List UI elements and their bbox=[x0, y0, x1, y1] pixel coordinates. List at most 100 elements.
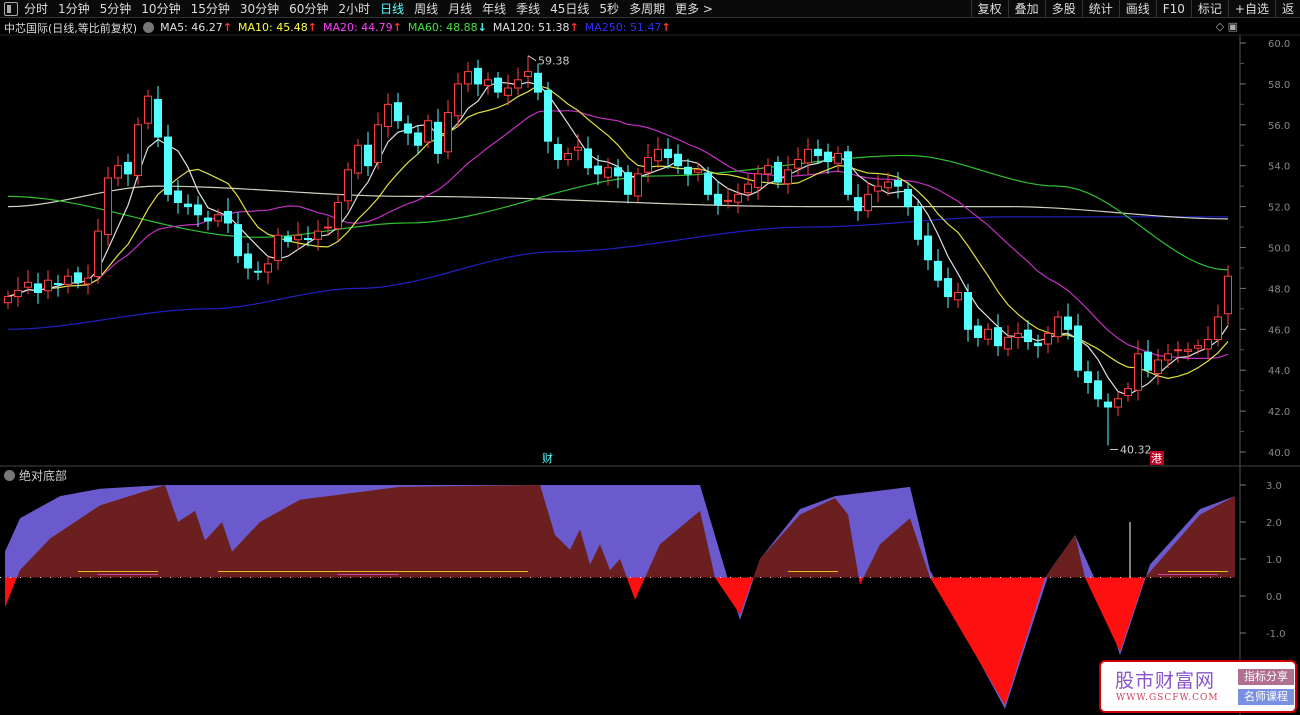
candle-body bbox=[1134, 353, 1142, 391]
candle-body bbox=[214, 214, 222, 222]
watermark-name: 股市财富网 bbox=[1115, 670, 1216, 692]
candle-body bbox=[784, 169, 792, 185]
candle-body bbox=[534, 72, 542, 93]
watermark-logo: 股市财富网 WWW.GSCFW.COM 指标分享 名师课程 bbox=[1099, 660, 1297, 713]
y-tick-label: 0.0 bbox=[1266, 592, 1282, 603]
candle-body bbox=[764, 165, 772, 175]
candle-body bbox=[554, 143, 562, 161]
candle-body bbox=[664, 148, 672, 159]
candle-body bbox=[44, 279, 52, 292]
candle-body bbox=[1084, 371, 1092, 383]
candle-body bbox=[1184, 349, 1192, 352]
candle-body bbox=[1154, 359, 1162, 374]
candle-body bbox=[494, 77, 502, 93]
candle-body bbox=[794, 159, 802, 169]
candle-body bbox=[994, 327, 1002, 347]
candle-body bbox=[244, 253, 252, 269]
candle-body bbox=[174, 190, 182, 204]
candle-body bbox=[274, 234, 282, 262]
candle-body bbox=[164, 136, 172, 195]
y-tick-label: 60.0 bbox=[1268, 39, 1290, 50]
candle-body bbox=[1164, 353, 1172, 361]
kline-chart[interactable]: 60.0 58.0 56.0 54.0 52.0 50.0 48.0 46.0 44.0 42.0… bbox=[0, 0, 1300, 715]
candle-body bbox=[414, 132, 422, 146]
candle-body bbox=[1124, 388, 1132, 397]
watermark-url: WWW.GSCFW.COM bbox=[1116, 693, 1219, 703]
ma5-line bbox=[7, 81, 1229, 396]
candle-body bbox=[614, 167, 622, 177]
candle-body bbox=[124, 161, 132, 175]
candle-body bbox=[824, 151, 832, 163]
candle-body bbox=[734, 193, 742, 203]
candle-body bbox=[84, 277, 92, 285]
candle-body bbox=[594, 165, 602, 175]
candle-body bbox=[424, 120, 432, 143]
candle-body bbox=[114, 165, 122, 179]
indicator-menu-icon[interactable] bbox=[4, 470, 15, 481]
y-tick-label: 50.0 bbox=[1268, 244, 1290, 255]
candle-body bbox=[1074, 325, 1082, 371]
candle-body bbox=[434, 121, 442, 154]
candle-body bbox=[294, 234, 302, 241]
candle-body bbox=[454, 83, 462, 117]
candle-body bbox=[484, 79, 492, 87]
ma20-line bbox=[7, 109, 1229, 360]
y-tick-label: 52.0 bbox=[1268, 203, 1290, 214]
candle-body bbox=[464, 71, 472, 85]
candle-body bbox=[544, 89, 552, 142]
candle-body bbox=[264, 263, 272, 273]
candle-body bbox=[504, 87, 512, 96]
indicator-header: 绝对底部 bbox=[4, 467, 67, 484]
candle-body bbox=[24, 281, 32, 288]
candle-body bbox=[224, 211, 232, 224]
candle-body bbox=[94, 230, 102, 278]
candle-body bbox=[834, 152, 842, 164]
y-tick-label: 48.0 bbox=[1268, 284, 1290, 295]
candle-body bbox=[914, 206, 922, 240]
candle-body bbox=[1174, 349, 1182, 352]
candle-body bbox=[564, 152, 572, 161]
candle-body bbox=[804, 148, 812, 164]
candle-body bbox=[634, 173, 642, 197]
high-pointer bbox=[527, 55, 537, 62]
watermark-tag-indicators: 指标分享 bbox=[1238, 669, 1294, 685]
candle-body bbox=[254, 270, 262, 273]
candle-body bbox=[64, 275, 72, 285]
low-price-label: 40.32 bbox=[1120, 443, 1152, 456]
candle-body bbox=[34, 283, 42, 293]
hk-event-marker[interactable]: 港 bbox=[1151, 452, 1162, 465]
candle-body bbox=[674, 153, 682, 167]
candle-body bbox=[694, 169, 702, 173]
y-tick-label: -1.0 bbox=[1266, 629, 1286, 640]
candle-body bbox=[1204, 339, 1212, 350]
candle-body bbox=[924, 235, 932, 261]
candle-body bbox=[184, 203, 192, 208]
candle-body bbox=[334, 202, 342, 230]
candle-body bbox=[584, 148, 592, 169]
candle-body bbox=[134, 124, 142, 177]
candle-body bbox=[344, 169, 352, 202]
candle-body bbox=[524, 71, 532, 78]
candle-body bbox=[624, 172, 632, 195]
y-tick-label: 58.0 bbox=[1268, 80, 1290, 91]
candle-body bbox=[1144, 351, 1152, 371]
candle-body bbox=[844, 151, 852, 195]
candle-body bbox=[574, 146, 582, 151]
y-tick-label: 1.0 bbox=[1266, 555, 1282, 566]
candle-body bbox=[154, 98, 162, 138]
candle-body bbox=[104, 177, 112, 235]
indicator-title: 绝对底部 bbox=[19, 469, 68, 483]
candle-body bbox=[314, 230, 322, 240]
candle-body bbox=[744, 183, 752, 194]
high-price-label: 59.38 bbox=[538, 55, 570, 68]
candle-body bbox=[444, 112, 452, 153]
candle-body bbox=[944, 278, 952, 298]
y-tick-label: 2.0 bbox=[1266, 518, 1282, 529]
candle-body bbox=[654, 148, 662, 162]
finance-event-marker[interactable]: 财 bbox=[542, 451, 553, 465]
ma120-line bbox=[7, 185, 1229, 220]
y-tick-label: 40.0 bbox=[1268, 448, 1290, 459]
candle-body bbox=[1224, 275, 1232, 315]
candle-body bbox=[1054, 316, 1062, 338]
candle-body bbox=[884, 181, 892, 189]
